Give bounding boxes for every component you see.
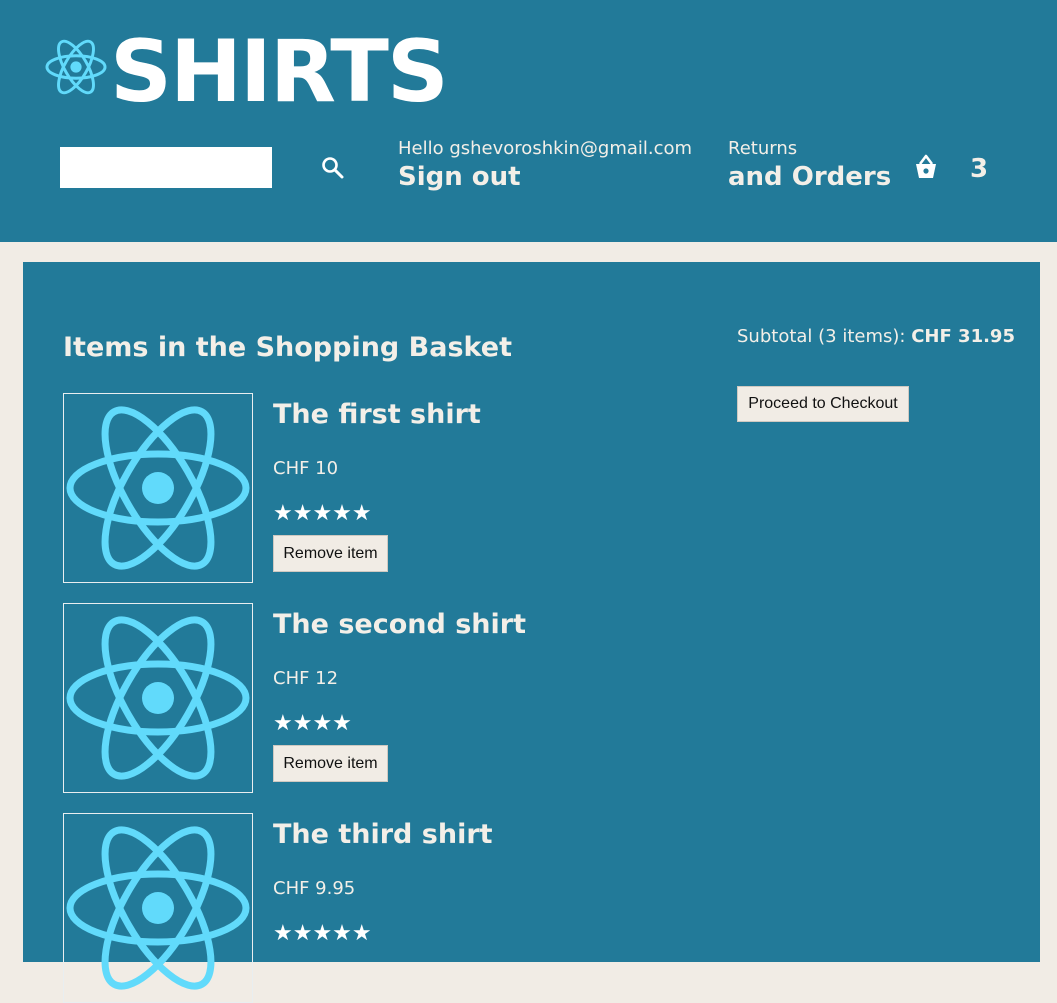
basket-item: The first shirt CHF 10 ★★★★★ Remove item bbox=[63, 393, 663, 583]
react-atom-icon[interactable] bbox=[43, 36, 109, 98]
product-image bbox=[63, 393, 253, 583]
site-header: SHIRTS Hello gshevoroshkin@gmail.com Sig… bbox=[0, 0, 1057, 242]
product-image bbox=[63, 603, 253, 793]
subtotal-label: Subtotal (3 items): bbox=[737, 326, 912, 347]
remove-item-button[interactable]: Remove item bbox=[273, 535, 388, 572]
basket-panel: Items in the Shopping Basket The first s… bbox=[23, 262, 1040, 1003]
star-rating: ★★★★★ bbox=[273, 501, 372, 526]
item-price: CHF 10 bbox=[273, 458, 339, 479]
checkout-button[interactable]: Proceed to Checkout bbox=[737, 386, 909, 422]
react-atom-icon bbox=[64, 604, 252, 792]
basket-item: The third shirt CHF 9.95 ★★★★★ bbox=[63, 813, 663, 1003]
returns-label: Returns bbox=[728, 138, 798, 159]
basket-icon[interactable] bbox=[910, 152, 942, 184]
basket-button[interactable]: 3 bbox=[910, 152, 1000, 188]
star-rating: ★★★★ bbox=[273, 711, 352, 736]
page-title: Items in the Shopping Basket bbox=[63, 332, 512, 363]
product-image bbox=[63, 813, 253, 1003]
react-atom-icon bbox=[64, 394, 252, 582]
logo-text[interactable]: SHIRTS bbox=[110, 22, 449, 122]
item-price: CHF 9.95 bbox=[273, 878, 356, 899]
search-input[interactable] bbox=[60, 147, 272, 188]
item-title: The third shirt bbox=[273, 819, 493, 850]
react-atom-icon bbox=[64, 814, 252, 1002]
sign-out-link[interactable]: Sign out bbox=[398, 160, 692, 194]
item-title: The first shirt bbox=[273, 399, 481, 430]
remove-item-button[interactable]: Remove item bbox=[273, 745, 388, 782]
star-rating: ★★★★★ bbox=[273, 921, 372, 946]
basket-item: The second shirt CHF 12 ★★★★ Remove item bbox=[63, 603, 663, 793]
item-price: CHF 12 bbox=[273, 668, 339, 689]
orders-label[interactable]: and Orders bbox=[728, 160, 891, 194]
basket-count: 3 bbox=[970, 154, 989, 184]
nav-account[interactable]: Hello gshevoroshkin@gmail.com Sign out bbox=[398, 138, 692, 194]
nav-orders[interactable]: Returns and Orders bbox=[728, 138, 891, 194]
item-title: The second shirt bbox=[273, 609, 527, 640]
account-greeting: Hello gshevoroshkin@gmail.com bbox=[398, 138, 693, 159]
search-icon[interactable] bbox=[320, 155, 346, 181]
subtotal-value: CHF 31.95 bbox=[911, 326, 1015, 347]
subtotal: Subtotal (3 items): CHF 31.95 bbox=[737, 324, 1015, 350]
